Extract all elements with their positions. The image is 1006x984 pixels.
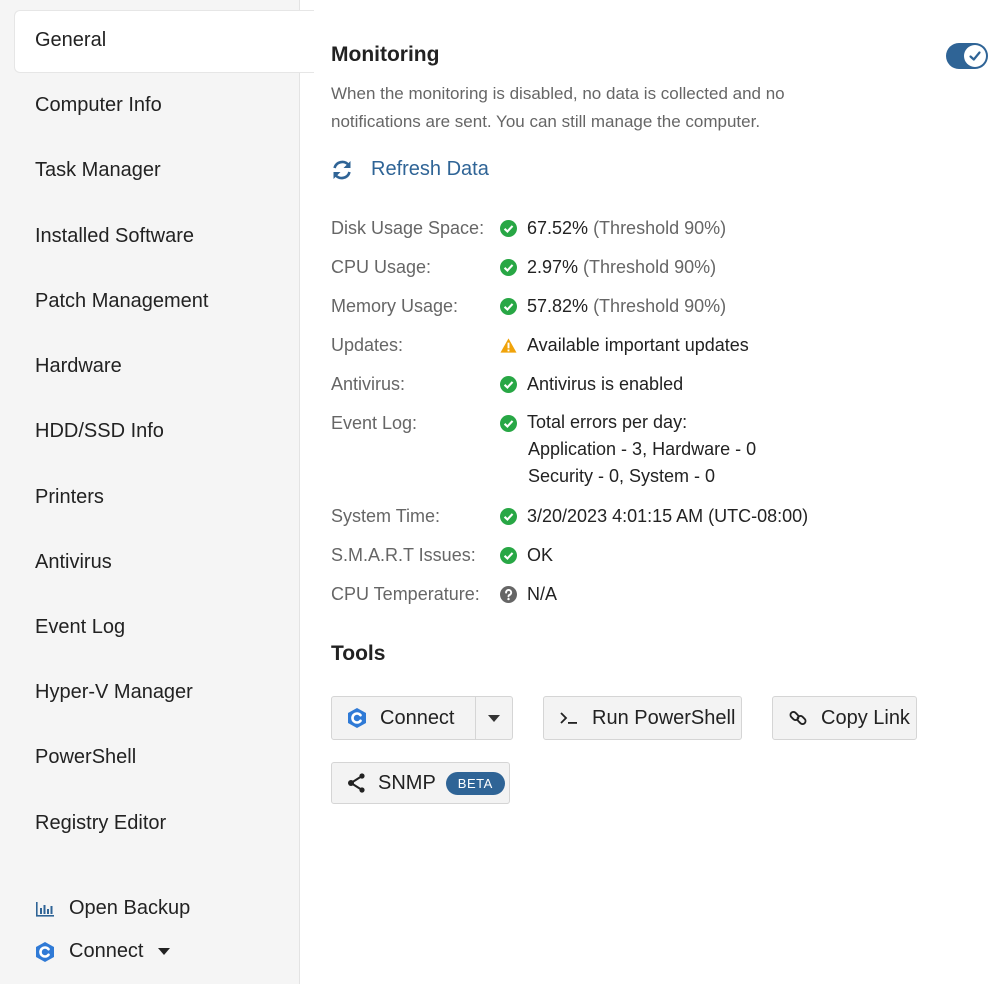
event-log-label: Event Log: bbox=[331, 413, 418, 433]
updates-label: Updates: bbox=[331, 335, 404, 355]
memory-usage-threshold: (Threshold 90%) bbox=[593, 296, 727, 316]
network-nodes-icon bbox=[346, 772, 368, 794]
cpu-usage-value: 2.97% (Threshold 90%) bbox=[500, 257, 716, 278]
sidebar-item-registry-editor[interactable]: Registry Editor bbox=[35, 812, 166, 835]
connect-dropdown-toggle[interactable] bbox=[476, 697, 512, 739]
refresh-icon bbox=[331, 159, 353, 181]
connect-split-button: Connect bbox=[331, 696, 513, 740]
disk-usage-label: Disk Usage Space: bbox=[331, 218, 485, 238]
main-panel: Monitoring When the monitoring is disabl… bbox=[331, 0, 1006, 984]
event-log-summary: Total errors per day: bbox=[527, 412, 688, 432]
check-circle-icon bbox=[500, 220, 517, 237]
sidebar-item-hyper-v-manager[interactable]: Hyper-V Manager bbox=[35, 681, 193, 704]
monitoring-description: When the monitoring is disabled, no data… bbox=[331, 84, 785, 131]
sidebar-item-hdd-ssd-info[interactable]: HDD/SSD Info bbox=[35, 420, 164, 443]
sidebar-item-event-log[interactable]: Event Log bbox=[35, 616, 125, 639]
updates-value: Available important updates bbox=[500, 335, 749, 356]
connect-logo-icon bbox=[34, 941, 56, 963]
smart-issues-label: S.M.A.R.T Issues: bbox=[331, 545, 476, 565]
chevron-down-icon bbox=[488, 714, 501, 722]
smart-issues-text: OK bbox=[527, 545, 554, 565]
copy-link-button[interactable]: Copy Link bbox=[772, 696, 917, 740]
sidebar-item-computer-info[interactable]: Computer Info bbox=[35, 94, 162, 117]
refresh-data-button[interactable]: Refresh Data bbox=[331, 158, 489, 181]
open-backup-label: Open Backup bbox=[69, 897, 191, 919]
disk-usage-percent: 67.52% bbox=[527, 218, 589, 238]
snmp-label: SNMP bbox=[378, 771, 436, 794]
cpu-usage-percent: 2.97% bbox=[527, 257, 579, 277]
monitoring-title: Monitoring bbox=[331, 43, 440, 66]
check-circle-icon bbox=[500, 259, 517, 276]
cpu-temperature-label: CPU Temperature: bbox=[331, 584, 480, 604]
event-log-value: Total errors per day: Application - 3, H… bbox=[500, 412, 756, 490]
tools-title: Tools bbox=[331, 642, 386, 665]
cpu-temperature-value: N/A bbox=[500, 584, 557, 605]
check-circle-icon bbox=[500, 508, 517, 525]
disk-usage-value: 67.52% (Threshold 90%) bbox=[500, 218, 726, 239]
run-powershell-button[interactable]: Run PowerShell bbox=[543, 696, 742, 740]
sidebar: General Computer Info Task Manager Insta… bbox=[0, 0, 314, 984]
system-time-label: System Time: bbox=[331, 506, 441, 526]
memory-usage-percent: 57.82% bbox=[527, 296, 589, 316]
sidebar-item-printers[interactable]: Printers bbox=[35, 486, 104, 509]
event-log-line-sec-sys: Security - 0, System - 0 bbox=[528, 466, 716, 486]
system-time-value: 3/20/2023 4:01:15 AM (UTC-08:00) bbox=[500, 506, 808, 527]
sidebar-item-hardware[interactable]: Hardware bbox=[35, 355, 122, 378]
chevron-down-icon bbox=[157, 948, 170, 955]
warning-icon bbox=[500, 338, 517, 353]
event-log-details: Total errors per day: Application - 3, H… bbox=[527, 409, 756, 490]
check-circle-icon bbox=[500, 298, 517, 315]
disk-usage-threshold: (Threshold 90%) bbox=[593, 218, 727, 238]
check-circle-icon bbox=[500, 547, 517, 564]
sidebar-item-powershell[interactable]: PowerShell bbox=[35, 746, 136, 769]
sidebar-item-antivirus[interactable]: Antivirus bbox=[35, 551, 112, 574]
cpu-temperature-text: N/A bbox=[527, 584, 558, 604]
event-log-line-app-hw: Application - 3, Hardware - 0 bbox=[528, 439, 757, 459]
check-icon bbox=[964, 45, 986, 67]
copy-link-label: Copy Link bbox=[821, 706, 910, 729]
connect-menu[interactable]: Connect bbox=[34, 940, 170, 963]
check-circle-icon bbox=[500, 415, 517, 432]
antivirus-label: Antivirus: bbox=[331, 374, 406, 394]
cpu-usage-label: CPU Usage: bbox=[331, 257, 432, 277]
memory-usage-value: 57.82% (Threshold 90%) bbox=[500, 296, 726, 317]
cpu-usage-threshold: (Threshold 90%) bbox=[583, 257, 717, 277]
smart-issues-value: OK bbox=[500, 545, 553, 566]
monitoring-toggle[interactable] bbox=[946, 43, 988, 69]
terminal-icon bbox=[558, 707, 580, 729]
question-circle-icon bbox=[500, 586, 517, 603]
sidebar-item-general[interactable]: General bbox=[35, 29, 106, 52]
antivirus-value: Antivirus is enabled bbox=[500, 374, 683, 395]
connect-button[interactable]: Connect bbox=[380, 707, 475, 730]
connect-logo-icon bbox=[346, 707, 368, 729]
check-circle-icon bbox=[500, 376, 517, 393]
bar-chart-icon bbox=[34, 898, 56, 920]
sidebar-item-installed-software[interactable]: Installed Software bbox=[35, 225, 194, 248]
updates-text: Available important updates bbox=[527, 335, 749, 355]
sidebar-item-task-manager[interactable]: Task Manager bbox=[35, 159, 161, 182]
connect-menu-label: Connect bbox=[69, 940, 144, 962]
run-powershell-label: Run PowerShell bbox=[592, 706, 736, 729]
open-backup-link[interactable]: Open Backup bbox=[34, 897, 190, 920]
snmp-button[interactable]: SNMP BETA bbox=[331, 762, 510, 804]
antivirus-text: Antivirus is enabled bbox=[527, 374, 684, 394]
beta-badge: BETA bbox=[445, 771, 505, 795]
sidebar-item-patch-management[interactable]: Patch Management bbox=[35, 290, 208, 313]
memory-usage-label: Memory Usage: bbox=[331, 296, 459, 316]
refresh-data-label: Refresh Data bbox=[371, 158, 489, 180]
system-time-text: 3/20/2023 4:01:15 AM (UTC-08:00) bbox=[527, 506, 809, 526]
link-icon bbox=[787, 707, 809, 729]
